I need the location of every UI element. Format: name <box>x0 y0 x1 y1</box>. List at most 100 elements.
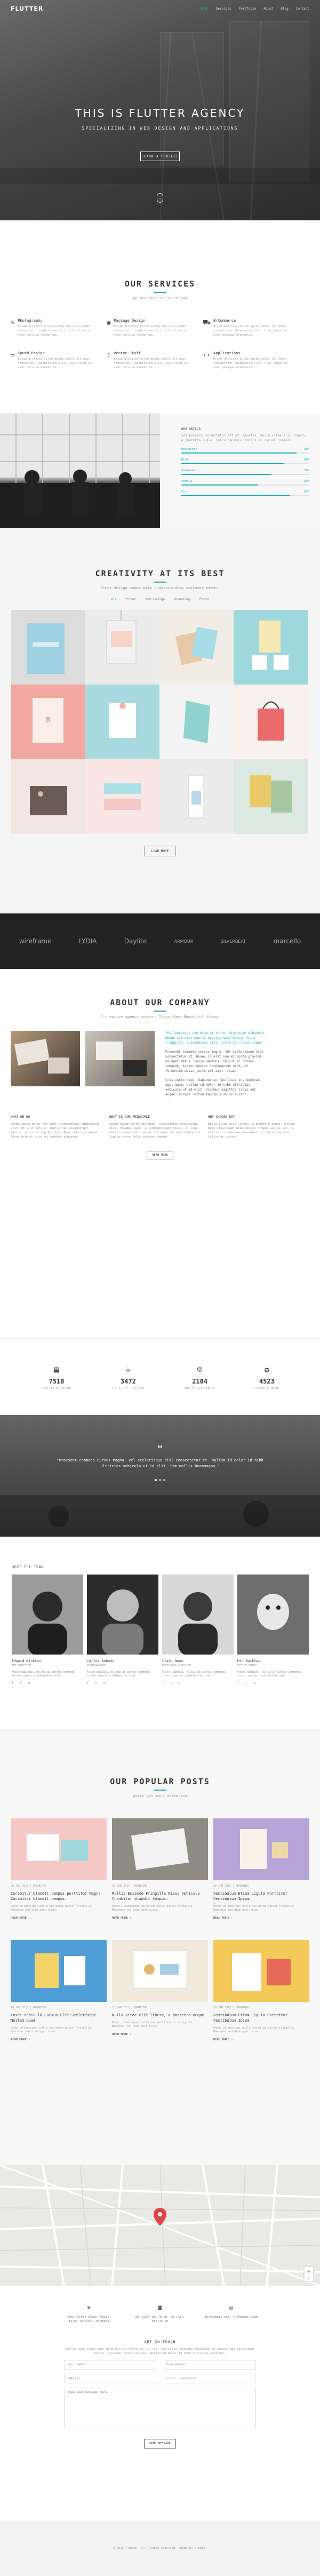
member-name: Carlos Robeds <box>87 1659 114 1663</box>
filter-print[interactable]: Print <box>126 598 136 601</box>
social-icons[interactable]: f t ✉ <box>237 1681 309 1685</box>
portfolio-item[interactable] <box>234 759 308 834</box>
skills-section: OUR SKILLS Sed posuere consectetur est a… <box>0 414 320 528</box>
portfolio-subtitle: Great design comes with understanding cu… <box>100 586 220 590</box>
client-logo[interactable]: marcello <box>274 937 301 945</box>
posts-title: OUR POPULAR POSTS <box>110 1777 210 1786</box>
post-title[interactable]: Nulla vitae elit libero, a pharetra augu… <box>112 2013 208 2018</box>
post-card[interactable]: 28 JAN 2015 | BRANDING Vestibulum Etiam … <box>213 1818 309 1920</box>
filter-web-design[interactable]: Web Design <box>146 598 165 601</box>
map[interactable]: + − <box>0 2165 320 2286</box>
stat-item: ☺ 2184 HAPPY CLIENTS <box>185 1364 215 1390</box>
svg-text:+: + <box>307 2269 310 2275</box>
about-col-title: WHY CHOOSE US? <box>208 1115 235 1119</box>
service-item: ▣ Package Design Etiam ultrices Lorem ipsu… <box>107 319 192 337</box>
post-meta: 28 JAN 2015 | BRANDING <box>213 2006 249 2009</box>
post-title[interactable]: Vestibulum Etiam Ligula Porttitor Vestib… <box>213 2013 309 2023</box>
skills-text: Sed posuere consectetur est at lobortis.… <box>181 434 307 442</box>
client-logo[interactable]: LYDIA <box>79 937 97 945</box>
read-more-link[interactable]: READ MORE › <box>112 2033 208 2036</box>
post-card[interactable]: 28 JAN 2015 | BRANDING Fusce Vehicula Cu… <box>11 1940 107 2041</box>
portfolio-item[interactable] <box>85 759 159 834</box>
menu-item-contact[interactable]: Contact <box>296 7 309 11</box>
portfolio-item[interactable] <box>11 610 85 685</box>
pager-dot[interactable] <box>163 1479 165 1481</box>
map-canvas[interactable]: + − <box>0 2165 320 2286</box>
about-col: WHAT IS OUR PRINCIPLE Lorem ipsum dolor s… <box>109 1115 200 1139</box>
stat-item: ▤ 7518 PROJECTS DONE <box>42 1364 71 1390</box>
about-col-text: Lorem ipsum dolor sit amet, consectetur … <box>109 1123 199 1139</box>
portfolio-item[interactable] <box>85 610 159 685</box>
portfolio-item[interactable] <box>159 610 234 685</box>
filter-branding[interactable]: Branding <box>174 598 190 601</box>
social-icons[interactable]: f t ✉ <box>87 1681 158 1685</box>
post-card[interactable]: 28 JAN 2015 | BRANDING Mollis Euismod Fr… <box>112 1818 208 1920</box>
post-card[interactable]: 28 JAN 2015 | BRANDING Vestibulum Etiam … <box>213 1940 309 2041</box>
read-more-link[interactable]: READ MORE › <box>213 1917 309 1920</box>
package-icon: ▣ <box>107 319 111 326</box>
post-card[interactable]: 28 JAN 2015 | BRANDING Nulla vitae elit … <box>112 1940 208 2041</box>
portfolio-item[interactable] <box>11 759 85 834</box>
subject-input[interactable] <box>64 2374 157 2383</box>
post-meta: 28 JAN 2015 | BRANDING <box>11 2006 46 2009</box>
pager-dot[interactable] <box>159 1479 161 1481</box>
social-icons[interactable]: f t ✉ <box>162 1681 234 1685</box>
menu-item-about[interactable]: About <box>263 7 273 11</box>
name-input[interactable] <box>64 2360 157 2370</box>
post-card[interactable]: 28 JAN 2015 | BRANDING Curabitur blandit… <box>11 1818 107 1920</box>
services-subtitle: We are here to serve you <box>133 296 187 300</box>
client-logo[interactable]: wireframe <box>19 937 52 945</box>
logo[interactable]: FLUTTER <box>11 5 43 12</box>
department-select[interactable]: Select Department ⌄ <box>163 2374 256 2383</box>
menu-item-home[interactable]: Home <box>201 7 208 11</box>
testimonial-pager <box>0 1479 320 1481</box>
portfolio-item[interactable] <box>159 759 234 834</box>
chevron-down-icon[interactable]: ⌄ <box>157 193 163 203</box>
skill-bar <box>181 484 309 486</box>
mail-icon: ✉ <box>229 2304 234 2312</box>
menu-item-blog[interactable]: Blog <box>281 7 288 11</box>
post-image <box>112 1818 208 1880</box>
hero-button[interactable]: LEARN A PROJECT <box>140 152 180 161</box>
menu-item-services[interactable]: Services <box>216 7 231 11</box>
client-logo[interactable]: Daylite <box>124 937 147 945</box>
client-logo[interactable]: ARMOUR <box>174 939 194 944</box>
post-excerpt: Donec ullamcorper nulla non metus auctor… <box>213 1905 295 1912</box>
about-col-text: Nulla vitae elit libero, a pharetra augu… <box>208 1123 295 1139</box>
portfolio-item[interactable]: B <box>11 685 85 759</box>
read-more-button[interactable]: READ MORE <box>147 1151 173 1159</box>
stat-label: HAPPY CLIENTS <box>185 1386 215 1390</box>
load-more-button[interactable]: LOAD MORE <box>144 846 176 856</box>
posts-section: OUR POPULAR POSTS posts got more attenti… <box>0 1729 320 2165</box>
menu-item-portfolio[interactable]: Portfolio <box>239 7 257 11</box>
cart-icon: ⛟ <box>203 319 211 326</box>
read-more-link[interactable]: READ MORE › <box>11 1917 107 1920</box>
portfolio-filters: All Print Web Design Branding Photo <box>0 598 320 601</box>
message-textarea[interactable] <box>64 2388 256 2428</box>
post-title[interactable]: Curabitur blandit tempus porttitor Magna… <box>11 1891 107 1902</box>
member-role: DEVELOPER & DESIGN <box>162 1664 191 1667</box>
member-role: ART DIRECTOR <box>12 1664 31 1667</box>
read-more-link[interactable]: READ MORE › <box>11 2038 107 2041</box>
read-more-link[interactable]: READ MORE › <box>213 2038 309 2041</box>
read-more-link[interactable]: READ MORE › <box>112 1917 208 1920</box>
member-name: Edward Mickson <box>12 1659 41 1663</box>
social-icons[interactable]: f t ✉ <box>12 1681 83 1685</box>
send-message-button[interactable]: SEND MESSAGE <box>144 2439 176 2448</box>
portfolio-item[interactable] <box>85 685 159 759</box>
post-title[interactable]: Fusce Vehicula Cursus Elit Scelerisque N… <box>11 2013 107 2023</box>
portfolio-item[interactable] <box>234 610 308 685</box>
post-title[interactable]: Vestibulum Etiam Ligula Porttitor Vestib… <box>213 1891 309 1902</box>
code-icon: ‹› <box>203 351 211 359</box>
filter-all[interactable]: All <box>111 598 117 601</box>
pager-dot[interactable] <box>155 1479 157 1481</box>
email-text[interactable]: info@email.com, info@email.com <box>204 2315 258 2319</box>
post-title[interactable]: Mollis Euismod Fringilla Risus Vehicula … <box>112 1891 208 1902</box>
email-input[interactable] <box>163 2360 256 2370</box>
about-col: WHAT WE DO Lorem ipsum dolor sit amet, co… <box>11 1115 101 1139</box>
portfolio-item[interactable] <box>159 685 234 759</box>
client-logo[interactable]: SILVERBEAT <box>221 939 246 944</box>
filter-photo[interactable]: Photo <box>199 598 209 601</box>
portfolio-item[interactable] <box>234 685 308 759</box>
service-item: ‹› Applications Etiam ultrices Lorem ipsum… <box>203 351 288 370</box>
